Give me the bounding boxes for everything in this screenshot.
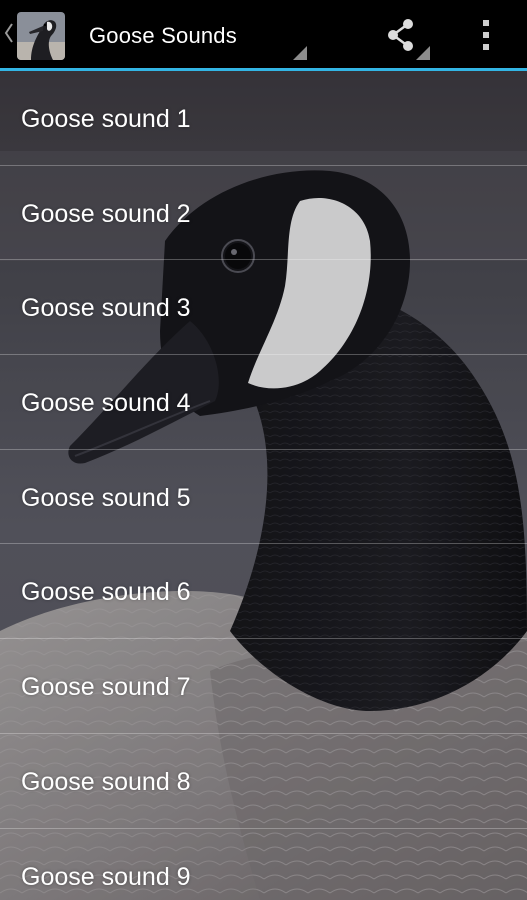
list-item-label: Goose sound 5: [21, 483, 191, 512]
list-item-goose-sound-5[interactable]: Goose sound 5: [0, 450, 527, 545]
list-item-label: Goose sound 6: [21, 578, 191, 607]
list-item-label: Goose sound 1: [21, 105, 191, 133]
list-item-label: Goose sound 9: [21, 862, 191, 891]
more-vert-icon: [483, 20, 489, 50]
list-item-goose-sound-6[interactable]: Goose sound 6: [0, 544, 527, 640]
share-icon: [388, 19, 430, 60]
goose-app-icon[interactable]: [17, 12, 65, 60]
share-button[interactable]: [376, 10, 434, 60]
action-bar: Goose Sounds: [0, 0, 527, 68]
list-item-label: Goose sound 3: [21, 294, 191, 323]
list-item-goose-sound-4[interactable]: Goose sound 4: [0, 355, 527, 450]
list-item-goose-sound-7[interactable]: Goose sound 7: [0, 639, 527, 734]
overflow-menu-button[interactable]: [470, 10, 504, 60]
list-item-label: Goose sound 7: [21, 673, 191, 702]
list-item-goose-sound-9[interactable]: Goose sound 9: [0, 829, 527, 900]
list-item-goose-sound-1[interactable]: Goose sound 1: [0, 71, 527, 166]
dropdown-corner-icon: [293, 46, 307, 60]
list-item-goose-sound-2[interactable]: Goose sound 2: [0, 166, 527, 261]
list-item-label: Goose sound 2: [21, 199, 191, 228]
list-item-label: Goose sound 4: [21, 389, 191, 418]
list-item-goose-sound-8[interactable]: Goose sound 8: [0, 734, 527, 829]
action-bar-divider: [0, 68, 527, 71]
sound-list: Goose sound 1 Goose sound 2 Goose sound …: [0, 71, 527, 900]
content-area: Goose sound 1 Goose sound 2 Goose sound …: [0, 71, 527, 900]
app-title: Goose Sounds: [89, 23, 237, 48]
chevron-left-icon[interactable]: [4, 22, 14, 44]
list-item-goose-sound-3[interactable]: Goose sound 3: [0, 260, 527, 356]
list-item-label: Goose sound 8: [21, 767, 191, 796]
